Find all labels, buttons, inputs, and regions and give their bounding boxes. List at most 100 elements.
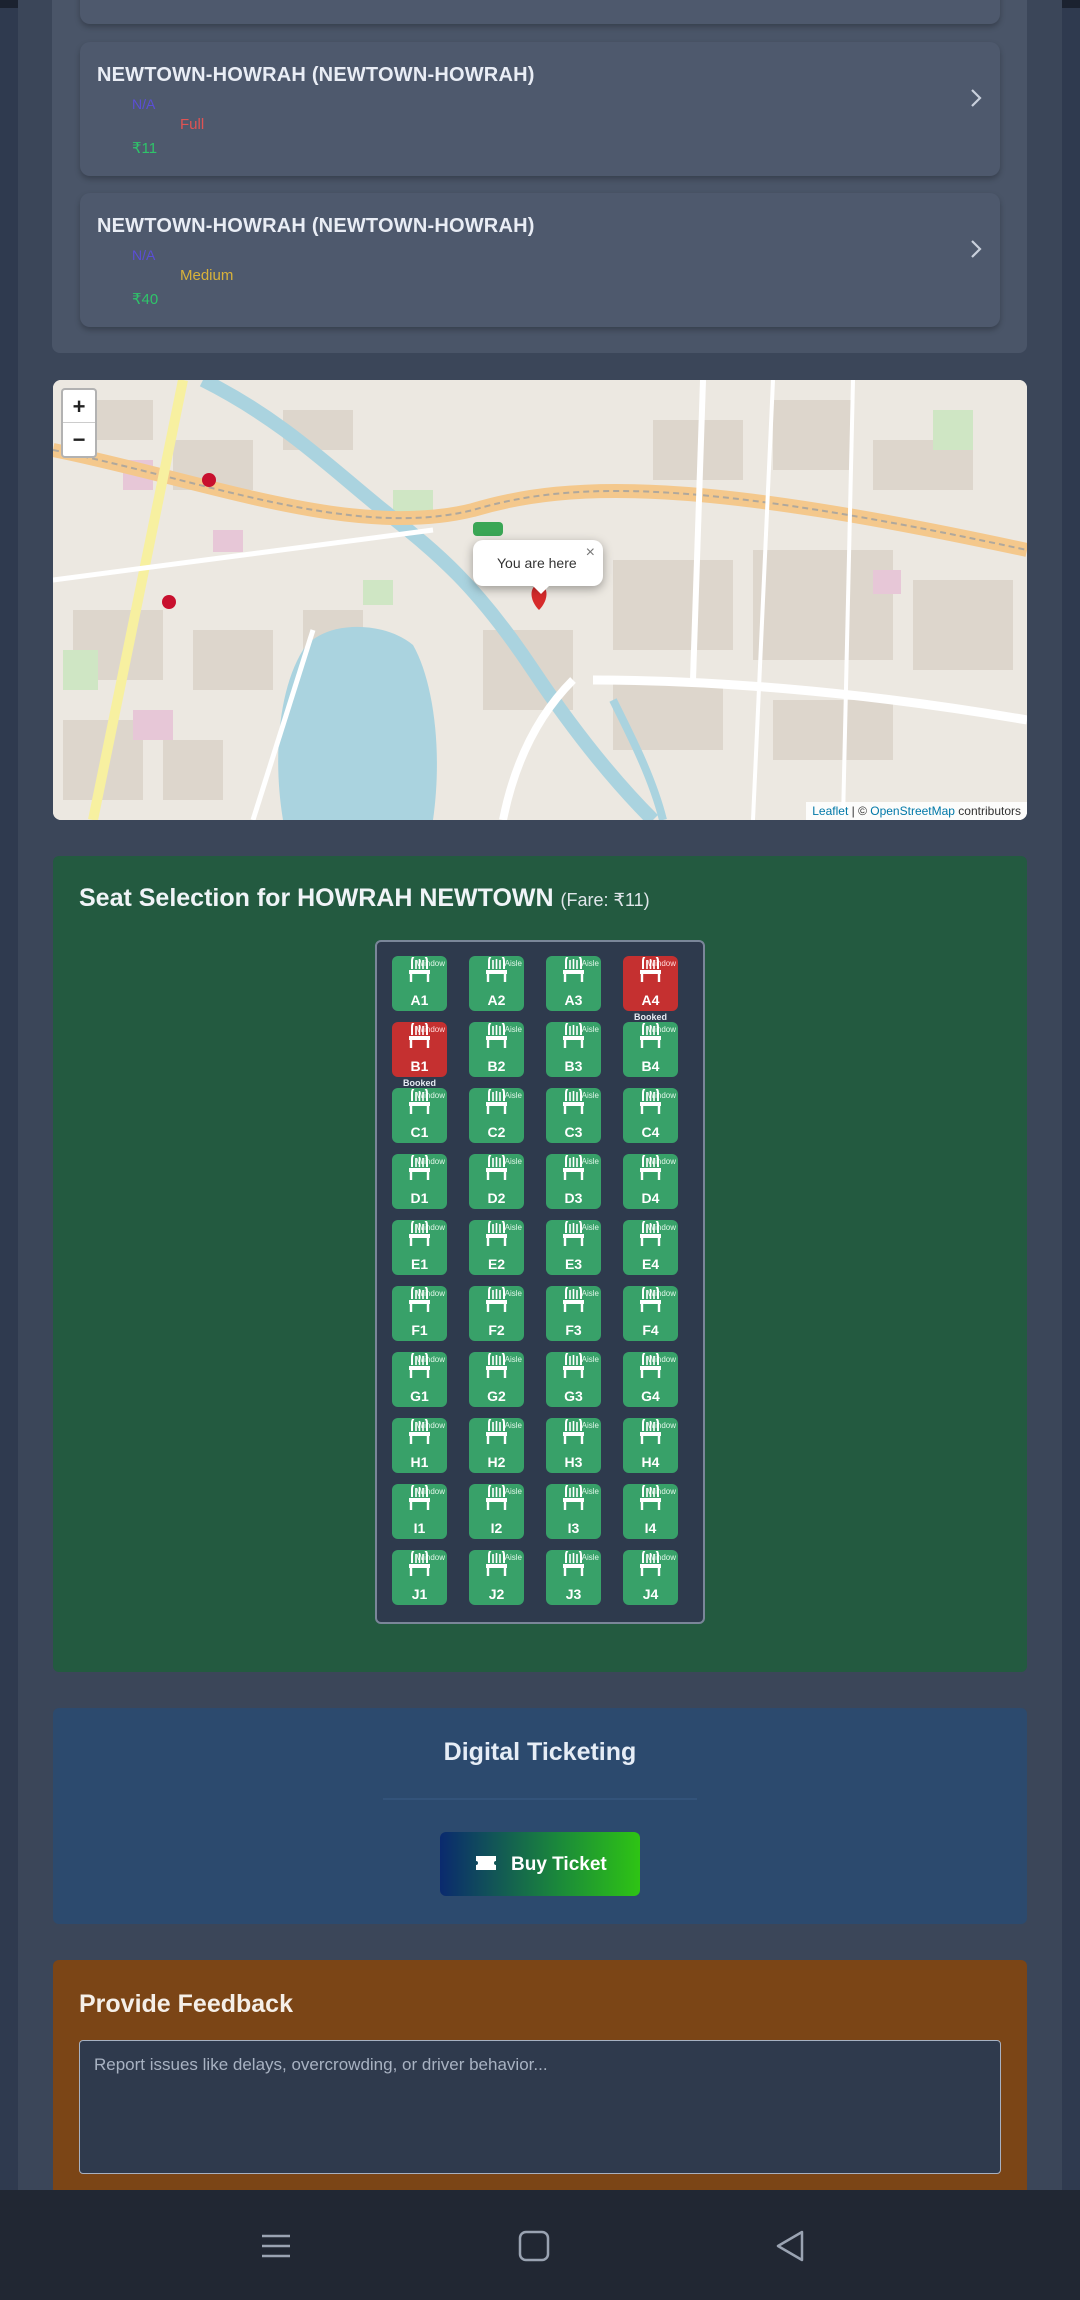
chair-icon <box>486 1485 507 1510</box>
seat-label: J3 <box>565 1586 582 1602</box>
zoom-in-button[interactable]: + <box>63 390 95 423</box>
leaflet-link[interactable]: Leaflet <box>812 804 848 818</box>
chair-icon <box>409 1287 430 1312</box>
seat-f1[interactable]: Window F1 <box>392 1286 447 1341</box>
buy-ticket-button[interactable]: Buy Ticket <box>440 1832 640 1896</box>
seat-i4[interactable]: Window I4 <box>623 1484 678 1539</box>
seat-label: D3 <box>564 1190 583 1206</box>
chair-icon <box>563 1353 584 1378</box>
seat-a3[interactable]: Aisle A3 <box>546 956 601 1011</box>
chair-icon <box>563 1089 584 1114</box>
seat-b4[interactable]: Window B4 <box>623 1022 678 1077</box>
seat-g2[interactable]: Aisle G2 <box>469 1352 524 1407</box>
seat-c1[interactable]: Window C1 <box>392 1088 447 1143</box>
seat-h4[interactable]: Window H4 <box>623 1418 678 1473</box>
seat-label: E3 <box>564 1256 583 1272</box>
seat-h1[interactable]: Window H1 <box>392 1418 447 1473</box>
chair-icon <box>563 1287 584 1312</box>
chair-icon <box>486 1353 507 1378</box>
seat-selection-heading: Seat Selection for HOWRAH NEWTOWN <box>79 884 554 912</box>
seat-j1[interactable]: Window J1 <box>392 1550 447 1605</box>
seat-label: G4 <box>641 1388 660 1404</box>
chair-icon <box>486 1023 507 1048</box>
seat-j3[interactable]: Aisle J3 <box>546 1550 601 1605</box>
seat-selection-panel: Seat Selection for HOWRAH NEWTOWN (Fare:… <box>53 856 1027 1672</box>
seat-e2[interactable]: Aisle E2 <box>469 1220 524 1275</box>
seat-j2[interactable]: Aisle J2 <box>469 1550 524 1605</box>
seat-c2[interactable]: Aisle C2 <box>469 1088 524 1143</box>
seat-i2[interactable]: Aisle I2 <box>469 1484 524 1539</box>
popup-close-button[interactable]: × <box>586 544 595 562</box>
chevron-right-icon[interactable] <box>968 237 984 261</box>
seat-g4[interactable]: Window G4 <box>623 1352 678 1407</box>
attribution-separator: | © <box>848 804 871 818</box>
map-attribution: Leaflet | © OpenStreetMap contributors <box>806 802 1027 820</box>
chair-icon <box>640 1089 661 1114</box>
seat-a4[interactable]: Window A4 <box>623 956 678 1011</box>
seat-g1[interactable]: Window G1 <box>392 1352 447 1407</box>
seat-d2[interactable]: Aisle D2 <box>469 1154 524 1209</box>
ticketing-title: Digital Ticketing <box>443 1738 637 1766</box>
routes-panel: NEWTOWN-HOWRAH (NEWTOWN-HOWRAH) N/A Full… <box>52 0 1027 353</box>
seat-i1[interactable]: Window I1 <box>392 1484 447 1539</box>
seat-c3[interactable]: Aisle C3 <box>546 1088 601 1143</box>
chair-icon <box>486 1551 507 1576</box>
seat-d1[interactable]: Window D1 <box>392 1154 447 1209</box>
seat-label: G3 <box>564 1388 583 1404</box>
chair-icon <box>409 957 430 982</box>
osm-link[interactable]: OpenStreetMap <box>870 804 955 818</box>
booked-label: Booked <box>633 1012 667 1022</box>
seat-b3[interactable]: Aisle B3 <box>546 1022 601 1077</box>
seat-b1[interactable]: Window B1 <box>392 1022 447 1077</box>
seat-f2[interactable]: Aisle F2 <box>469 1286 524 1341</box>
feedback-textarea[interactable]: Report issues like delays, overcrowding,… <box>79 2040 1001 2174</box>
seat-g3[interactable]: Aisle G3 <box>546 1352 601 1407</box>
seat-a1[interactable]: Window A1 <box>392 956 447 1011</box>
seat-label: D4 <box>641 1190 660 1206</box>
seat-label: H4 <box>641 1454 660 1470</box>
chair-icon <box>409 1419 430 1444</box>
seat-label: B1 <box>410 1058 429 1074</box>
menu-icon[interactable] <box>254 2224 298 2268</box>
seat-label: D1 <box>410 1190 429 1206</box>
map[interactable]: + − You are here × Leaflet | © OpenStree… <box>53 380 1027 820</box>
chair-icon <box>409 1551 430 1576</box>
back-icon[interactable] <box>768 2224 812 2268</box>
chevron-right-icon[interactable] <box>968 86 984 110</box>
seat-label: J1 <box>411 1586 428 1602</box>
chair-icon <box>563 1221 584 1246</box>
seat-h2[interactable]: Aisle H2 <box>469 1418 524 1473</box>
seat-a2[interactable]: Aisle A2 <box>469 956 524 1011</box>
seat-e1[interactable]: Window E1 <box>392 1220 447 1275</box>
seat-d4[interactable]: Window D4 <box>623 1154 678 1209</box>
seat-d3[interactable]: Aisle D3 <box>546 1154 601 1209</box>
seat-b2[interactable]: Aisle B2 <box>469 1022 524 1077</box>
seat-e4[interactable]: Window E4 <box>623 1220 678 1275</box>
seat-c4[interactable]: Window C4 <box>623 1088 678 1143</box>
chair-icon <box>640 1485 661 1510</box>
seat-h3[interactable]: Aisle H3 <box>546 1418 601 1473</box>
seat-f4[interactable]: Window F4 <box>623 1286 678 1341</box>
route-card[interactable]: NEWTOWN-HOWRAH (NEWTOWN-HOWRAH) N/A Medi… <box>80 193 1000 327</box>
seat-label: H2 <box>487 1454 506 1470</box>
seat-label: G1 <box>410 1388 429 1404</box>
seat-f3[interactable]: Aisle F3 <box>546 1286 601 1341</box>
route-fare: ₹40 <box>132 291 159 308</box>
chair-icon <box>563 1485 584 1510</box>
chair-icon <box>486 1287 507 1312</box>
seat-i3[interactable]: Aisle I3 <box>546 1484 601 1539</box>
seat-label: A4 <box>641 992 660 1008</box>
square-icon[interactable] <box>512 2224 556 2268</box>
seat-label: E2 <box>487 1256 506 1272</box>
system-nav-bar <box>0 2190 1080 2300</box>
seat-j4[interactable]: Window J4 <box>623 1550 678 1605</box>
route-card[interactable]: NEWTOWN-HOWRAH (NEWTOWN-HOWRAH) N/A Full… <box>80 42 1000 176</box>
chair-icon <box>563 1155 584 1180</box>
chair-icon <box>486 1155 507 1180</box>
route-title: NEWTOWN-HOWRAH (NEWTOWN-HOWRAH) <box>97 215 535 237</box>
chair-icon <box>563 957 584 982</box>
seat-label: J4 <box>642 1586 659 1602</box>
seat-label: F4 <box>642 1322 659 1338</box>
zoom-out-button[interactable]: − <box>63 423 95 456</box>
seat-e3[interactable]: Aisle E3 <box>546 1220 601 1275</box>
